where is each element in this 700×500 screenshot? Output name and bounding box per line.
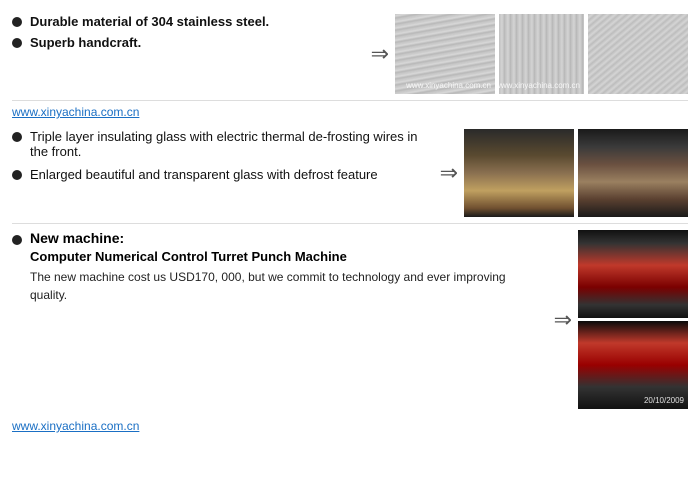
bullet-text-1: Durable material of 304 stainless steel. [30,14,269,29]
link-machine[interactable]: www.xinyachina.com.cn [12,419,688,433]
display-image-1 [464,129,574,217]
steel-image-1: www.xinyachina.com.cn [395,14,495,94]
link-steel[interactable]: www.xinyachina.com.cn [12,105,688,119]
new-machine-title: New machine: [30,230,538,246]
bullet-dot-1 [12,17,22,27]
machine-image-1 [578,230,688,318]
steel-text-block: Durable material of 304 stainless steel.… [12,14,365,56]
display-image-2 [578,129,688,217]
steel-images: www.xinyachina.com.cn www.xinyachina.com… [395,14,688,94]
steel-image-2: www.xinyachina.com.cn [499,14,584,94]
machine-content: New machine: Computer Numerical Control … [30,230,538,304]
arrow-1: ⇒ [371,41,389,67]
bullet-item-4: Enlarged beautiful and transparent glass… [12,167,424,182]
section-glass: Triple layer insulating glass with elect… [12,121,688,224]
bullet-text-2: Superb handcraft. [30,35,141,50]
bullet-item-2: Superb handcraft. [12,35,355,50]
bullet-item-3: Triple layer insulating glass with elect… [12,129,424,159]
arrow-3: ⇒ [554,307,572,333]
new-machine-body: The new machine cost us USD170, 000, but… [30,268,538,304]
machine-text-block: New machine: Computer Numerical Control … [12,230,548,310]
glass-images [464,129,688,217]
section-machine: New machine: Computer Numerical Control … [12,224,688,413]
page: Durable material of 304 stainless steel.… [0,0,700,500]
arrow-2: ⇒ [440,160,458,186]
bullet-item-5: New machine: Computer Numerical Control … [12,230,538,304]
watermark-steel-1: www.xinyachina.com.cn [406,81,491,90]
watermark-steel-2: www.xinyachina.com.cn [499,81,580,90]
bullet-text-4: Enlarged beautiful and transparent glass… [30,167,378,182]
steel-image-3 [588,14,688,94]
bullet-text-3: Triple layer insulating glass with elect… [30,129,424,159]
machine-images: 20/10/2009 [578,230,688,409]
glass-text-block: Triple layer insulating glass with elect… [12,129,434,188]
bullet-dot-5 [12,235,22,245]
bullet-dot-4 [12,170,22,180]
bullet-item-1: Durable material of 304 stainless steel. [12,14,355,29]
machine-image-2: 20/10/2009 [578,321,688,409]
new-machine-subtitle: Computer Numerical Control Turret Punch … [30,249,538,264]
section-steel: Durable material of 304 stainless steel.… [12,10,688,101]
bullet-dot-2 [12,38,22,48]
bullet-dot-3 [12,132,22,142]
watermark-machine: 20/10/2009 [644,396,684,405]
